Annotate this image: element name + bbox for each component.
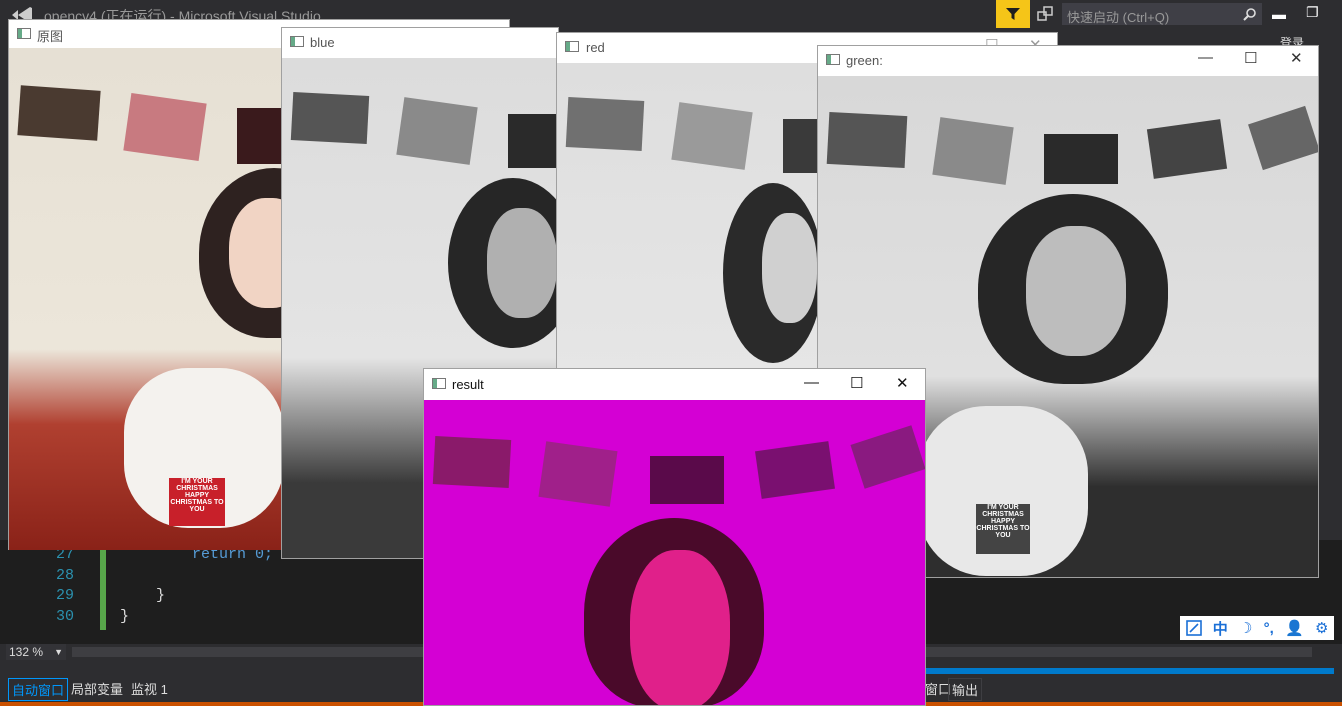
ime-settings-icon[interactable] <box>1185 620 1202 636</box>
window-icon <box>290 36 304 47</box>
minimize-icon[interactable]: — <box>1198 49 1213 66</box>
card-text: I'M YOUR CHRISTMAS HAPPY CHRISTMAS TO YO… <box>976 504 1030 554</box>
user-icon[interactable]: 👤 <box>1285 619 1304 637</box>
punctuation-icon[interactable]: °, <box>1264 620 1274 637</box>
result-image <box>424 400 925 705</box>
moon-icon[interactable]: ☽ <box>1239 619 1252 637</box>
window-title: 原图 <box>37 29 64 44</box>
line-number: 30 <box>55 608 74 625</box>
window-title: red <box>586 40 605 55</box>
ime-toolbar[interactable]: 中 ☽ °, 👤 ⚙ <box>1180 616 1334 640</box>
window-titlebar[interactable]: result — ☐ ✕ <box>424 369 925 400</box>
minimize-icon[interactable]: — <box>804 374 819 391</box>
window-icon <box>432 378 446 389</box>
line-number: 29 <box>55 587 74 604</box>
window-result[interactable]: result — ☐ ✕ <box>423 368 926 706</box>
window-titlebar[interactable]: blue <box>282 28 558 58</box>
zoom-dropdown[interactable]: 132 % ▼ <box>6 644 66 660</box>
window-icon <box>826 54 840 65</box>
quick-launch-input[interactable]: 快速启动 (Ctrl+Q) <box>1062 3 1262 25</box>
zoom-value: 132 % <box>9 645 44 659</box>
search-icon[interactable] <box>1243 7 1257 21</box>
code-brace: } <box>156 587 166 604</box>
close-icon[interactable]: ✕ <box>896 374 909 392</box>
tab-watch1[interactable]: 监视 1 <box>128 678 171 699</box>
code-brace: } <box>120 608 130 625</box>
ime-language-toggle[interactable]: 中 <box>1213 618 1228 639</box>
tab-autos[interactable]: 自动窗口 <box>8 678 69 701</box>
gear-icon[interactable]: ⚙ <box>1315 619 1328 637</box>
window-icon <box>565 41 579 52</box>
chevron-down-icon: ▼ <box>54 647 63 657</box>
tab-output[interactable]: 输出 <box>948 678 983 701</box>
change-indicator <box>100 545 106 630</box>
window-title: blue <box>310 35 335 50</box>
output-strip <box>924 668 1334 674</box>
window-title: green: <box>846 53 883 68</box>
connect-icon[interactable] <box>1036 5 1054 23</box>
maximize-icon[interactable]: ☐ <box>850 374 863 392</box>
quick-launch-placeholder: 快速启动 (Ctrl+Q) <box>1067 10 1170 25</box>
vs-restore-button[interactable]: ❐ <box>1306 4 1319 21</box>
filter-button[interactable] <box>996 0 1030 28</box>
vs-minimize-button[interactable]: ▬ <box>1272 6 1286 22</box>
close-icon[interactable]: ✕ <box>1290 49 1303 67</box>
window-icon <box>17 28 31 39</box>
maximize-icon[interactable]: ☐ <box>1244 49 1257 67</box>
line-number: 28 <box>55 567 74 584</box>
filter-icon <box>1006 8 1020 20</box>
window-title: result <box>452 377 484 392</box>
card-text: I'M YOUR CHRISTMAS HAPPY CHRISTMAS TO YO… <box>169 478 225 526</box>
window-titlebar[interactable]: green: — ☐ ✕ <box>818 46 1318 76</box>
tab-locals[interactable]: 局部变量 <box>68 678 126 699</box>
